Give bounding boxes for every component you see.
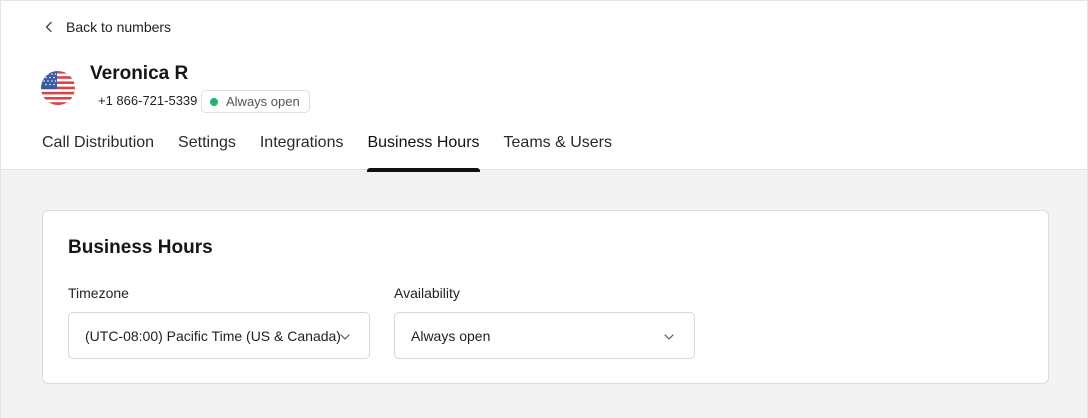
chevron-down-icon: [663, 330, 675, 342]
availability-select[interactable]: Always open: [394, 312, 695, 359]
contact-name: Veronica R: [90, 63, 189, 84]
page: Back to numbers Veronica R +1 866-721-53…: [0, 0, 1088, 418]
card-title: Business Hours: [68, 237, 213, 258]
timezone-value: (UTC-08:00) Pacific Time (US & Canada): [85, 327, 341, 344]
tab-teams-users[interactable]: Teams & Users: [504, 131, 612, 171]
us-flag-icon: [41, 71, 75, 105]
number-header: Back to numbers Veronica R +1 866-721-53…: [1, 0, 1087, 172]
tab-call-distribution[interactable]: Call Distribution: [42, 131, 154, 171]
timezone-select[interactable]: (UTC-08:00) Pacific Time (US & Canada): [68, 312, 370, 359]
tab-bar: Call Distribution Settings Integrations …: [42, 131, 636, 172]
tab-business-hours[interactable]: Business Hours: [367, 131, 480, 172]
status-badge: Always open: [201, 90, 310, 113]
timezone-label: Timezone: [68, 285, 129, 301]
tab-settings[interactable]: Settings: [178, 131, 236, 171]
chevron-left-icon: [42, 20, 56, 34]
back-link-label: Back to numbers: [66, 19, 172, 35]
business-hours-card: Business Hours Timezone (UTC-08:00) Paci…: [42, 210, 1049, 384]
availability-label: Availability: [394, 285, 460, 301]
phone-number: +1 866-721-5339: [98, 93, 198, 108]
availability-value: Always open: [411, 327, 491, 344]
chevron-down-icon: [339, 330, 351, 342]
tab-integrations[interactable]: Integrations: [260, 131, 344, 171]
back-to-numbers-link[interactable]: Back to numbers: [42, 16, 171, 38]
status-dot-icon: [210, 97, 218, 106]
status-label: Always open: [226, 94, 300, 109]
